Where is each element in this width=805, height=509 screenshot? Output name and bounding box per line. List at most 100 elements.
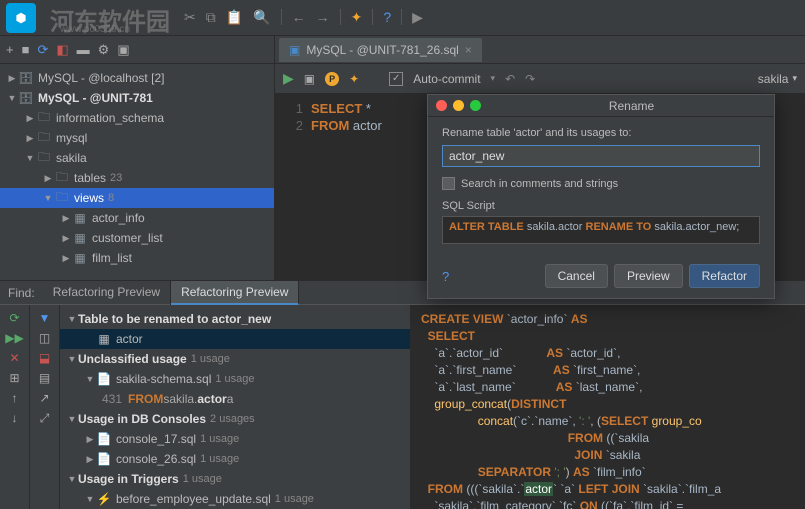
node-icon: 🗀 <box>36 148 52 169</box>
node-count: 8 <box>108 192 114 204</box>
settings-icon[interactable]: ✦ <box>349 72 359 86</box>
search-comments-checkbox[interactable]: Search in comments and strings <box>442 177 760 190</box>
usage-row[interactable]: ▦actor <box>60 329 410 349</box>
next-icon[interactable]: ↓ <box>12 411 18 425</box>
schema-selector[interactable]: sakila ▾ <box>758 72 797 86</box>
add-icon[interactable]: + <box>6 42 14 57</box>
expand-arrow-icon[interactable]: ▼ <box>42 193 54 203</box>
tree-row[interactable]: ▶🗀information_schema <box>0 108 274 128</box>
zoom-window-icon[interactable] <box>470 100 481 111</box>
tree-row[interactable]: ▶🗀mysql <box>0 128 274 148</box>
tab-label: MySQL - @UNIT-781_26.sql <box>306 43 458 57</box>
collapse-icon[interactable]: ▬ <box>77 42 90 57</box>
expand-arrow-icon[interactable]: ▶ <box>6 73 18 84</box>
tree-row[interactable]: ▶▦customer_list <box>0 228 274 248</box>
rerun-icon[interactable]: ⟳ <box>9 311 19 325</box>
cancel-button[interactable]: Cancel <box>545 264 608 288</box>
usage-row[interactable]: ▶📄console_17.sql1 usage <box>60 429 410 449</box>
filter-icon[interactable]: ◧ <box>56 42 68 58</box>
console-toolbar: ▶ ▣ P ✦ Auto-commit ▾ ↶ ↷ sakila ▾ <box>275 64 805 94</box>
usage-row[interactable]: ▼Table to be renamed to actor_new <box>60 309 410 329</box>
node-count: 23 <box>110 172 122 184</box>
sql-script-preview[interactable]: ALTER TABLE sakila.actor RENAME TO sakil… <box>442 216 760 244</box>
copy-icon[interactable]: ⧉ <box>206 9 216 26</box>
rename-dialog: Rename Rename table 'actor' and its usag… <box>427 94 775 299</box>
usage-tree[interactable]: ▼Table to be renamed to actor_new▦actor▼… <box>60 305 410 509</box>
chevron-down-icon[interactable]: ▾ <box>491 73 496 84</box>
refresh-icon[interactable]: ⟳ <box>37 42 48 58</box>
tree-row[interactable]: ▶🗀 tables 23 <box>0 168 274 188</box>
preview-icon[interactable]: ▤ <box>39 371 50 385</box>
tree-row[interactable]: ▼🗄MySQL - @UNIT-781 <box>0 88 274 108</box>
forward-icon[interactable]: → <box>316 9 330 26</box>
find-tab[interactable]: Refactoring Preview <box>43 281 171 305</box>
usage-row[interactable]: ▼📄sakila-schema.sql1 usage <box>60 369 410 389</box>
console-icon[interactable]: ▣ <box>117 42 129 58</box>
tree-row[interactable]: ▼🗀sakila <box>0 148 274 168</box>
redo-icon[interactable]: ↷ <box>525 72 535 86</box>
node-label: MySQL - @UNIT-781 <box>38 91 153 105</box>
find-tab[interactable]: Refactoring Preview <box>171 281 299 305</box>
expand-arrow-icon[interactable]: ▶ <box>60 213 72 224</box>
usage-row[interactable]: ▼⚡before_employee_update.sql1 usage <box>60 489 410 509</box>
prev-icon[interactable]: ↑ <box>12 391 18 405</box>
pending-icon[interactable]: P <box>325 72 339 86</box>
refactor-button[interactable]: Refactor <box>689 264 760 288</box>
cut-icon[interactable]: ✂ <box>184 9 196 26</box>
cancel-icon[interactable]: ✕ <box>9 351 19 365</box>
undo-icon[interactable]: ↶ <box>505 72 515 86</box>
refactoring-preview-panel: ⟳ ▶▶ ✕ ⊞ ↑ ↓ ▼ ◫ ⬓ ▤ ↗ ⤢ ▼Table to be re… <box>0 305 410 509</box>
expand-arrow-icon[interactable]: ▼ <box>24 153 36 163</box>
stop-icon[interactable]: ■ <box>22 42 30 57</box>
usage-row[interactable]: ▼Usage in DB Consoles2 usages <box>60 409 410 429</box>
node-label: tables <box>74 171 106 185</box>
node-label: views <box>74 191 104 205</box>
node-icon: ▦ <box>72 211 88 225</box>
do-refactor-icon[interactable]: ▶▶ <box>5 331 23 345</box>
expand-arrow-icon[interactable]: ▶ <box>60 233 72 244</box>
title-bar: ⬢ 河东软件园 www.pc0359.cn ✂ ⧉ 📋 🔍 ← → ✦ ? ▶ <box>0 0 805 36</box>
autocommit-checkbox[interactable] <box>389 72 403 86</box>
group-icon[interactable]: ◫ <box>39 331 50 345</box>
minimize-window-icon[interactable] <box>453 100 464 111</box>
usage-row[interactable]: ▼Usage in Triggers1 usage <box>60 469 410 489</box>
expand-arrow-icon[interactable]: ▼ <box>6 93 18 103</box>
rename-prompt: Rename table 'actor' and its usages to: <box>442 127 760 139</box>
close-tab-icon[interactable]: × <box>465 43 472 57</box>
tree-row[interactable]: ▶▦film_list <box>0 248 274 268</box>
rename-input[interactable] <box>442 145 760 167</box>
properties-icon[interactable]: ⚙ <box>98 42 110 58</box>
help-icon[interactable]: ? <box>383 9 391 26</box>
expand-arrow-icon[interactable]: ▶ <box>24 133 36 144</box>
preview-button[interactable]: Preview <box>614 264 683 288</box>
settings-icon[interactable]: ✦ <box>351 9 363 26</box>
dialog-titlebar: Rename <box>428 95 774 117</box>
usage-row[interactable]: ▶📄console_26.sql1 usage <box>60 449 410 469</box>
tree-row[interactable]: ▶▦ actor_info <box>0 208 274 228</box>
expand-arrow-icon[interactable]: ▶ <box>60 253 72 264</box>
expand-arrow-icon[interactable]: ▶ <box>42 173 54 184</box>
search-icon[interactable]: 🔍 <box>253 9 270 26</box>
expand-icon[interactable]: ⊞ <box>9 371 19 385</box>
tree-row[interactable]: ▼🗀views8 <box>0 188 274 208</box>
back-icon[interactable]: ← <box>292 9 306 26</box>
execute-icon[interactable]: ▶ <box>283 70 294 87</box>
help-icon[interactable]: ? <box>442 269 449 284</box>
tree-row[interactable]: ▶🗄MySQL - @localhost [2] <box>0 68 274 88</box>
usage-row[interactable]: 431FROM sakila.actor a <box>60 389 410 409</box>
execute-plan-icon[interactable]: ▣ <box>304 72 315 86</box>
sort-icon[interactable]: ⬓ <box>39 351 50 365</box>
export-icon[interactable]: ↗ <box>39 391 49 405</box>
run-icon[interactable]: ▶ <box>412 9 423 26</box>
editor-tab[interactable]: ▣ MySQL - @UNIT-781_26.sql × <box>279 38 482 62</box>
expand-arrow-icon[interactable]: ▶ <box>24 113 36 124</box>
code-preview[interactable]: CREATE VIEW `actor_info` AS SELECT `a`.`… <box>410 305 805 509</box>
filter-icon[interactable]: ▼ <box>39 311 51 325</box>
database-tree[interactable]: ▶🗄MySQL - @localhost [2]▼🗄MySQL - @UNIT-… <box>0 64 274 280</box>
pin-icon[interactable]: ⤢ <box>40 411 50 426</box>
node-label: actor_info <box>92 211 145 225</box>
close-window-icon[interactable] <box>436 100 447 111</box>
paste-icon[interactable]: 📋 <box>226 9 243 26</box>
node-icon: 🗀 <box>54 168 70 189</box>
usage-row[interactable]: ▼Unclassified usage1 usage <box>60 349 410 369</box>
